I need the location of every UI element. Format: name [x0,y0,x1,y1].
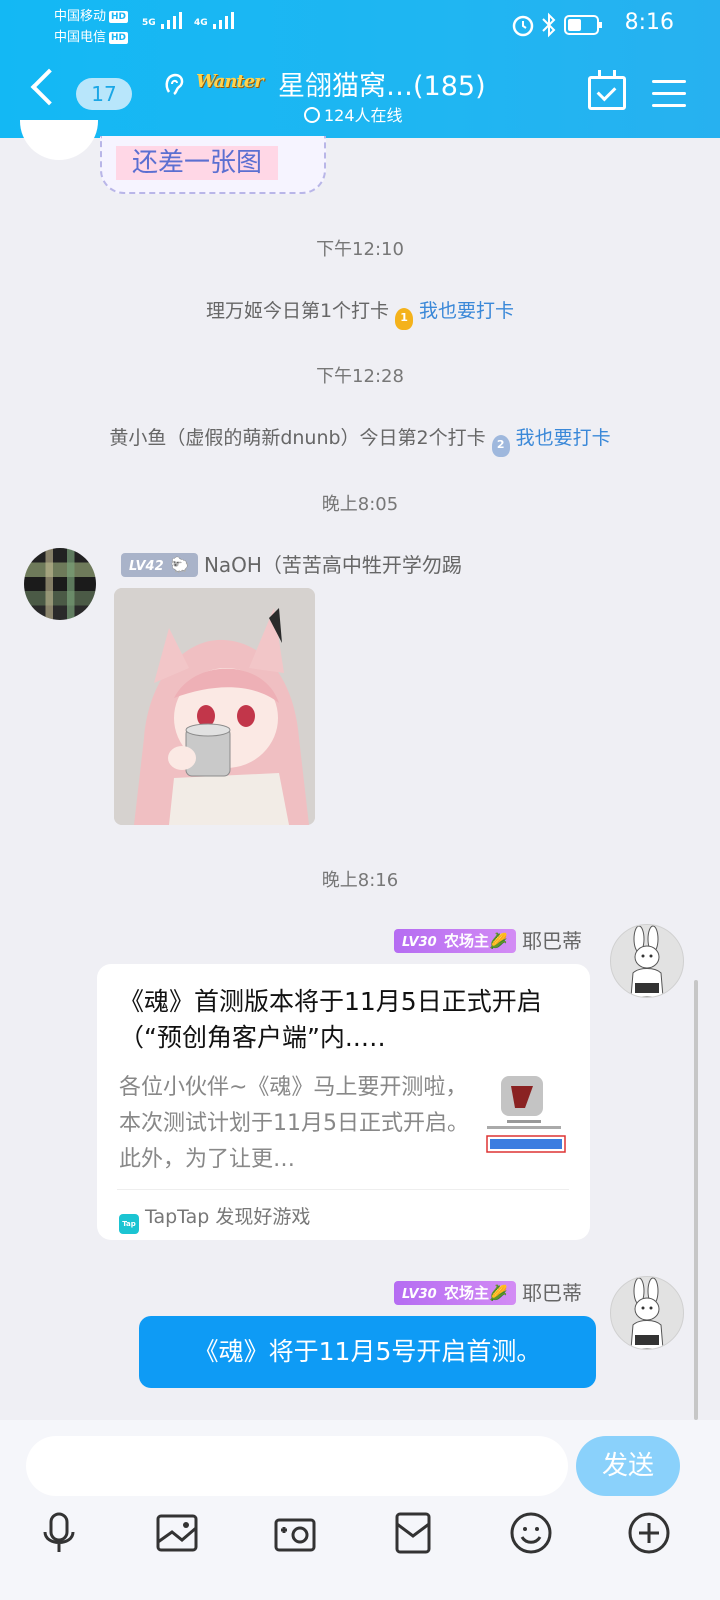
send-button[interactable]: 发送 [576,1436,680,1496]
calendar-check-icon[interactable] [588,70,626,110]
carrier-2: 中国电信 [54,30,107,45]
carrier-info: 中国移动 HD 中国电信 HD [54,6,129,48]
level-text: LV30 [402,1287,437,1302]
card-thumbnail [477,1068,571,1164]
alarm-icon [512,15,534,37]
online-count: 124人在线 [324,106,403,125]
network-5g: 5G [142,18,156,28]
sender-info: LV30 农场主🌽 耶巴蒂 [394,1277,582,1306]
sender-info: LV42 🐑 NaOH（苦苦高中牲开学勿踢 [121,549,462,578]
online-check-icon [304,107,320,123]
online-status: 124人在线 [304,102,403,126]
group-badge: Wanter [196,71,264,92]
menu-icon[interactable] [652,80,686,116]
image-icon[interactable] [154,1510,200,1556]
medal-icon: 2 [491,435,510,457]
level-badge: LV30 农场主🌽 [394,929,516,953]
hd-badge-2: HD [109,31,129,44]
timestamp: 晚上8:05 [321,494,399,515]
sender-name[interactable]: 耶巴蒂 [522,1281,582,1305]
level-title: 农场主 [443,1284,489,1302]
card-description: 各位小伙伴~《魂》马上要开测啦，本次测试计划于11月5日正式开启。此外，为了让更… [119,1075,469,1172]
card-source-text: TapTap 发现好游戏 [145,1206,311,1228]
sticker-text: 还差一张图 [116,146,279,180]
input-panel: 发送 [0,1420,720,1600]
network-4g: 4G [193,18,208,28]
toolbar [0,1510,720,1570]
camera-icon[interactable] [272,1510,318,1556]
text-message-bubble[interactable]: 《魂》将于11月5号开启首测。 [139,1316,596,1388]
share-card[interactable]: 《魂》首测版本将于11月5日正式开启（“预创角客户端”内..… 各位小伙伴~《魂… [97,964,590,1240]
unread-count-badge[interactable]: 17 [76,78,132,110]
sender-info: LV30 农场主🌽 耶巴蒂 [394,925,582,954]
level-badge: LV30 农场主🌽 [394,1281,516,1305]
signal-icon [160,12,182,29]
corn-icon: 🌽 [488,1284,508,1302]
medal-icon: 1 [395,308,414,330]
avatar[interactable] [24,548,96,620]
carrier-1: 中国移动 [54,9,107,24]
status-time: 8:16 [624,10,674,35]
checkin-text: 理万姬今日第1个打卡 [205,300,390,322]
ear-icon[interactable] [160,70,190,100]
chat-header: 中国移动 HD 中国电信 HD 5G 4G 8:16 17 Wanter 星翖猫窝…… [0,0,720,138]
calendar-checkmark [596,81,617,102]
sender-name[interactable]: NaOH（苦苦高中牲开学勿踢 [204,553,462,577]
avatar[interactable] [610,1276,684,1350]
level-text: LV42 [129,559,164,574]
back-button[interactable] [30,68,68,106]
anime-girl-image [114,588,315,825]
bluetooth-icon [542,12,556,38]
card-divider [117,1189,569,1190]
bunny-icon [630,925,664,997]
timestamp: 晚上8:16 [321,870,399,891]
sticker-message[interactable]: 还差一张图 [96,136,326,198]
message-input[interactable] [26,1436,568,1496]
checkin-text: 黄小鱼（虚假的萌新dnunb）今日第2个打卡 [109,427,486,449]
checkin-link[interactable]: 我也要打卡 [419,300,514,322]
signal-icon-2 [212,12,234,29]
sheep-icon: 🐑 [170,556,190,574]
level-title: 农场主 [443,932,489,950]
hd-badge-1: HD [109,10,129,23]
avatar[interactable] [610,924,684,998]
red-packet-icon[interactable] [390,1510,436,1556]
checkin-notice: 理万姬今日第1个打卡 1 我也要打卡 [0,296,720,330]
scrollbar[interactable] [694,980,698,1420]
card-source: Tap TapTap 发现好游戏 [119,1202,310,1234]
level-badge: LV42 🐑 [121,553,198,577]
checkin-notice: 黄小鱼（虚假的萌新dnunb）今日第2个打卡 2 我也要打卡 [0,423,720,457]
corn-icon: 🌽 [488,932,508,950]
battery-icon [564,15,602,35]
timestamp: 下午12:10 [316,239,404,260]
mic-icon[interactable] [36,1510,82,1556]
avatar[interactable] [20,120,98,160]
card-title: 《魂》首测版本将于11月5日正式开启（“预创角客户端”内..… [119,987,542,1052]
plus-icon[interactable] [626,1510,672,1556]
taptap-icon: Tap [119,1214,139,1234]
emoji-icon[interactable] [508,1510,554,1556]
bunny-icon [630,1277,664,1349]
checkin-link[interactable]: 我也要打卡 [516,427,611,449]
timestamp: 下午12:28 [316,366,404,387]
image-message[interactable] [114,588,315,825]
group-title[interactable]: 星翖猫窝…(185) [278,64,486,103]
network-indicator: 5G 4G [142,10,243,30]
sender-name[interactable]: 耶巴蒂 [522,929,582,953]
level-text: LV30 [402,935,437,950]
